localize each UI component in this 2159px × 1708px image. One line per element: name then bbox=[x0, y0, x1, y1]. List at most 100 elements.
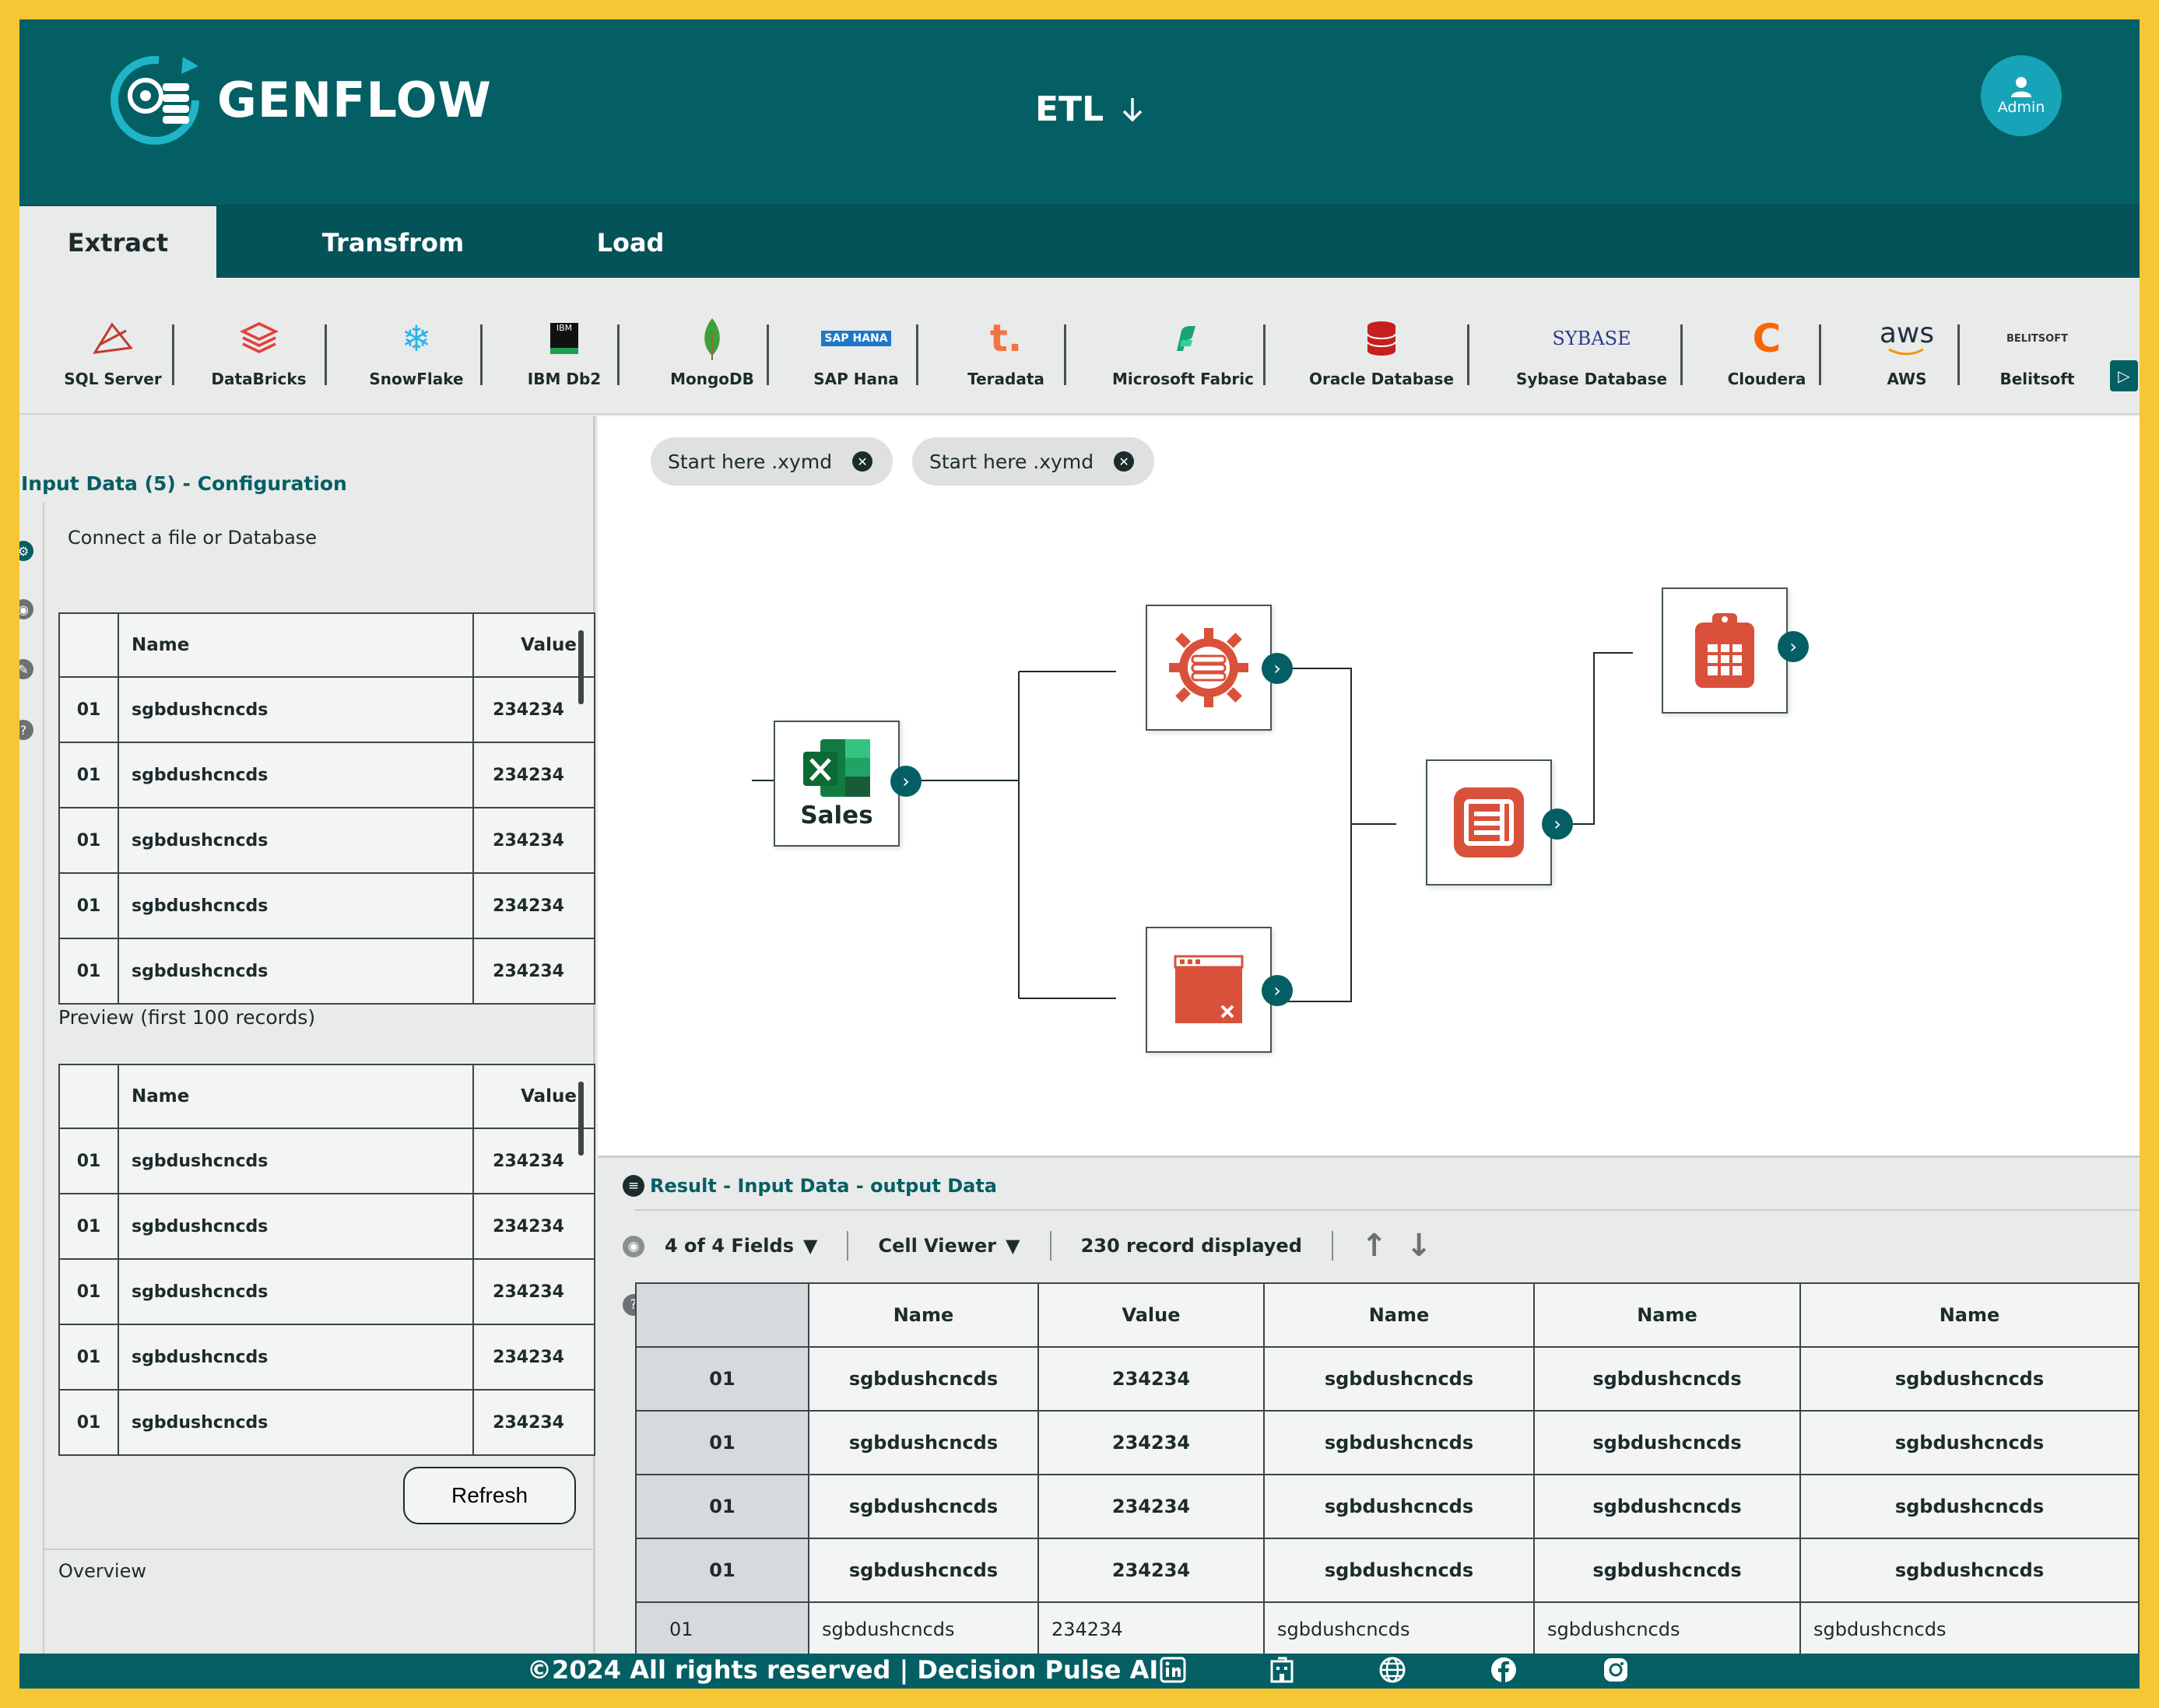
arrow-down-icon[interactable]: ↓ bbox=[1396, 1228, 1441, 1264]
table-row[interactable]: 01 sgbdushcncds 234234 bbox=[58, 1324, 595, 1391]
filter-node-output-port[interactable]: › bbox=[1262, 975, 1293, 1006]
table-row[interactable]: 01 sgbdushcncds 234234 bbox=[58, 742, 595, 808]
output-node-output-port[interactable]: › bbox=[1778, 631, 1809, 662]
list-icon[interactable]: ≡ bbox=[623, 1175, 644, 1197]
connector-aws[interactable]: aws AWS bbox=[1845, 303, 1969, 389]
connector-divider bbox=[1819, 324, 1821, 385]
instagram-icon[interactable] bbox=[1601, 1655, 1631, 1685]
connector-ibm-db2[interactable]: IBM IBM Db2 bbox=[502, 303, 627, 388]
table-row[interactable]: 01 sgbdushcncds 234234 bbox=[58, 938, 595, 1005]
table-row[interactable]: 01 sgbdushcncds 234234 sgbdushcncds sgbd… bbox=[635, 1538, 2140, 1603]
name-cell: sgbdushcncds bbox=[118, 1193, 474, 1260]
table-row[interactable]: 01 sgbdushcncds 234234 bbox=[58, 1389, 595, 1456]
connector-label: MongoDB bbox=[670, 370, 754, 388]
connector-teradata[interactable]: t. Teradata bbox=[942, 303, 1070, 388]
tag-icon[interactable]: ✎ bbox=[19, 659, 33, 679]
workflow-canvas[interactable]: Start here .xymd ✕ Start here .xymd ✕ Sa… bbox=[598, 416, 2140, 1158]
refresh-button[interactable]: Refresh bbox=[403, 1467, 576, 1524]
arrow-up-icon[interactable]: ↑ bbox=[1352, 1228, 1397, 1264]
globe-icon[interactable] bbox=[1378, 1655, 1407, 1685]
table-row[interactable]: 01 sgbdushcncds 234234 bbox=[58, 1128, 595, 1194]
facebook-icon[interactable] bbox=[1489, 1655, 1518, 1685]
table-cell: sgbdushcncds bbox=[808, 1410, 1039, 1475]
brand-text: GENFLOW bbox=[217, 71, 492, 128]
connector-databricks[interactable]: DataBricks bbox=[195, 303, 323, 388]
overview-label: Overview bbox=[58, 1560, 146, 1582]
connector-divider bbox=[172, 324, 174, 385]
view-icon[interactable]: ◉ bbox=[19, 599, 33, 619]
name-cell: sgbdushcncds bbox=[118, 938, 474, 1005]
settings-gear-icon[interactable]: ⚙ bbox=[19, 541, 33, 561]
output-node[interactable] bbox=[1662, 587, 1788, 714]
column-header[interactable]: Name bbox=[808, 1282, 1039, 1348]
configure-node-output-port[interactable]: › bbox=[1262, 653, 1293, 684]
row-index: 01 bbox=[635, 1474, 809, 1539]
module-selector[interactable]: ETL bbox=[1035, 89, 1144, 129]
connector-divider bbox=[1263, 324, 1266, 385]
preview-label: Preview (first 100 records) bbox=[58, 1006, 316, 1029]
summarize-node-output-port[interactable]: › bbox=[1542, 808, 1573, 840]
cell-viewer-dropdown[interactable]: Cell Viewer ▼ bbox=[848, 1235, 1049, 1257]
result-title: Result - Input Data - output Data bbox=[650, 1175, 997, 1197]
connector-microsoft-fabric[interactable]: Microsoft Fabric bbox=[1094, 303, 1273, 388]
help-icon[interactable]: ? bbox=[19, 720, 33, 740]
building-icon[interactable] bbox=[1267, 1655, 1297, 1685]
sql-server-icon bbox=[93, 322, 133, 354]
value-cell: 234234 bbox=[472, 1193, 595, 1260]
connector-label: SAP Hana bbox=[813, 370, 899, 388]
column-header[interactable]: Value bbox=[1037, 1282, 1265, 1348]
column-header[interactable]: Name bbox=[1533, 1282, 1801, 1348]
table-cell: sgbdushcncds bbox=[808, 1474, 1039, 1539]
linkedin-icon[interactable] bbox=[1158, 1655, 1188, 1685]
table-row[interactable]: 01 sgbdushcncds 234234 sgbdushcncds sgbd… bbox=[635, 1410, 2140, 1475]
connector-snowflake[interactable]: ❄ SnowFlake bbox=[346, 303, 486, 388]
records-label: 230 record displayed bbox=[1080, 1235, 1302, 1257]
connector-divider bbox=[325, 324, 327, 385]
value-cell: 234234 bbox=[472, 1389, 595, 1456]
connector-sap-hana[interactable]: SAP HANA SAP Hana bbox=[786, 303, 926, 388]
table-scrollbar[interactable] bbox=[578, 630, 584, 704]
name-cell: sgbdushcncds bbox=[118, 676, 474, 743]
sales-node-output-port[interactable]: › bbox=[890, 766, 922, 797]
tab-extract[interactable]: Extract bbox=[19, 206, 216, 279]
table-row[interactable]: 01 sgbdushcncds 234234 bbox=[58, 1193, 595, 1260]
connector-sybase-database[interactable]: SYBASE Sybase Database bbox=[1490, 303, 1693, 388]
user-avatar-button[interactable]: Admin bbox=[1981, 55, 2062, 136]
table-row[interactable]: 01 sgbdushcncds 234234 bbox=[58, 1258, 595, 1325]
row-index: 01 bbox=[635, 1410, 809, 1475]
table-cell: sgbdushcncds bbox=[1263, 1474, 1535, 1539]
tab-load[interactable]: Load bbox=[549, 206, 712, 279]
table-row[interactable]: 01 sgbdushcncds 234234 bbox=[58, 872, 595, 939]
table-cell: sgbdushcncds bbox=[1799, 1538, 2140, 1603]
fields-dropdown[interactable]: 4 of 4 Fields ▼ bbox=[635, 1235, 847, 1257]
ibm-db2-icon: IBM bbox=[550, 323, 578, 354]
connector-bar: SQL Server DataBricks ❄ SnowFlake IBM IB… bbox=[19, 278, 2140, 415]
viewer-label: Cell Viewer bbox=[878, 1235, 997, 1257]
connector-mongodb[interactable]: MongoDB bbox=[642, 303, 782, 388]
table-cell: 234234 bbox=[1037, 1474, 1265, 1539]
table-row[interactable]: 01 sgbdushcncds 234234 bbox=[58, 807, 595, 874]
connector-sql-server[interactable]: SQL Server bbox=[51, 303, 175, 388]
clipboard-table-icon bbox=[1695, 613, 1754, 688]
table-row[interactable]: 01 sgbdushcncds 234234 sgbdushcncds sgbd… bbox=[635, 1346, 2140, 1412]
column-header[interactable]: Name bbox=[1799, 1282, 2140, 1348]
table-row[interactable]: 01 sgbdushcncds 234234 sgbdushcncds sgbd… bbox=[635, 1601, 2140, 1657]
tab-transform[interactable]: Transfrom bbox=[276, 206, 510, 279]
aws-smile-icon bbox=[1888, 348, 1924, 356]
summarize-node[interactable] bbox=[1426, 759, 1552, 886]
sales-node[interactable]: Sales bbox=[774, 721, 900, 847]
connector-belitsoft[interactable]: BELITSOFT Belitsoft bbox=[1973, 303, 2101, 389]
app-frame: GENFLOW ETL Admin Extract Transfrom Load… bbox=[19, 19, 2140, 1689]
filter-node[interactable] bbox=[1146, 927, 1272, 1053]
table-row[interactable]: 01 sgbdushcncds 234234 bbox=[58, 676, 595, 743]
column-header[interactable]: Name bbox=[1263, 1282, 1535, 1348]
table-cell: sgbdushcncds bbox=[1799, 1474, 2140, 1539]
table-row[interactable]: 01 sgbdushcncds 234234 sgbdushcncds sgbd… bbox=[635, 1474, 2140, 1539]
configure-node[interactable] bbox=[1146, 605, 1272, 731]
connector-oracle-database[interactable]: Oracle Database bbox=[1284, 303, 1479, 388]
row-index: 01 bbox=[58, 1389, 119, 1456]
preview-scrollbar[interactable] bbox=[578, 1082, 584, 1156]
etl-tabs: Extract Transfrom Load bbox=[19, 205, 2140, 279]
connectors-next-button[interactable]: ▷ bbox=[2110, 360, 2138, 391]
connector-cloudera[interactable]: C Cloudera bbox=[1701, 303, 1833, 388]
